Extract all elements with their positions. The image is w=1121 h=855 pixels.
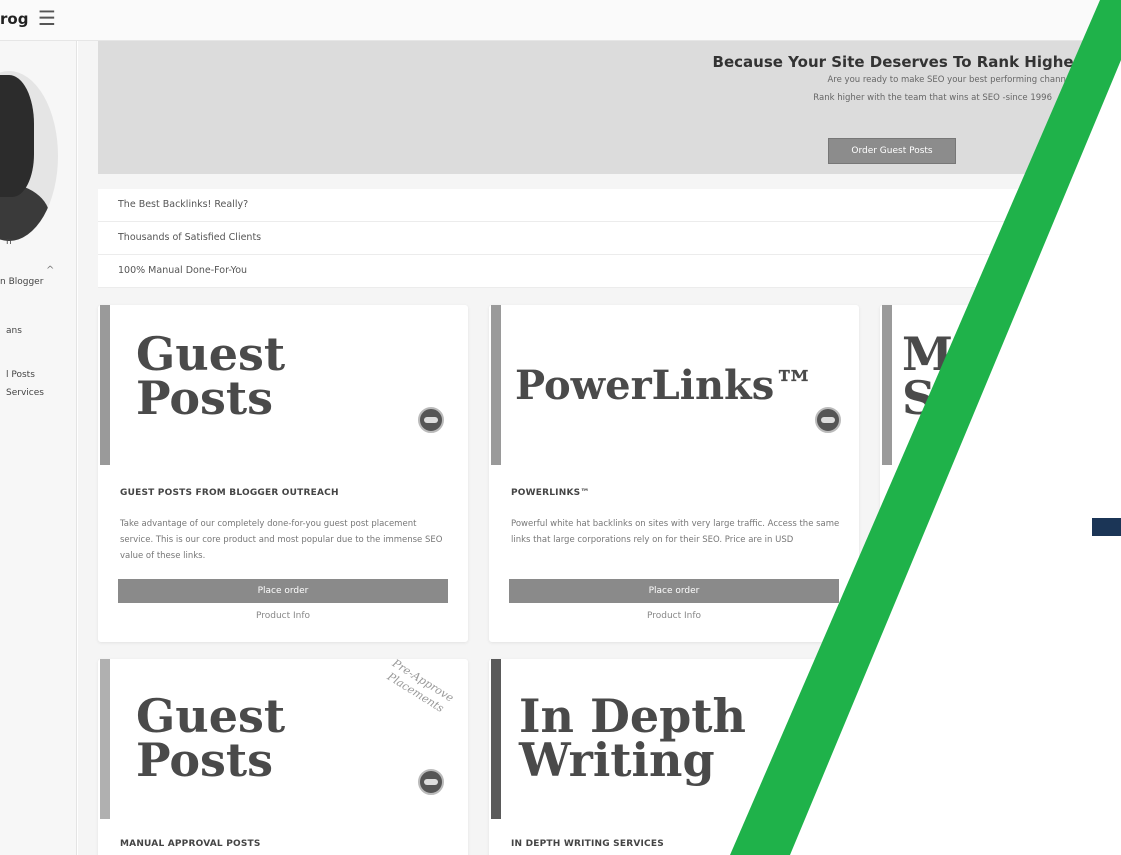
pre-approve-stamp: Pre-Approve Placements [384, 656, 456, 716]
card-title-art: PowerLinks™ [515, 362, 815, 409]
card-heading: POWERLINKS™ [511, 488, 590, 498]
avatar-figure [0, 75, 34, 197]
sidebar-item-name[interactable]: n [6, 237, 12, 247]
card-description: Take advantage of our completely done-fo… [120, 519, 443, 561]
card-title-art: M S [902, 331, 953, 425]
product-info-link[interactable]: Product Info [118, 611, 448, 621]
hamburger-menu-icon[interactable]: ☰ [38, 8, 56, 28]
mascot-icon [815, 407, 841, 433]
sidebar-item-services[interactable]: Services [6, 388, 44, 398]
mascot-icon [418, 769, 444, 795]
screen: rog ☰ n ^ n Blogger ans l Posts Services… [0, 0, 1121, 855]
product-card-in-depth-writing: In Depth Writing IN DEPTH WRITING SERVIC… [489, 659, 859, 855]
product-card-partial: M S [880, 305, 1121, 642]
brand-name[interactable]: rog [0, 10, 28, 28]
place-order-button[interactable]: Place order [509, 579, 839, 603]
mascot-icon [418, 407, 444, 433]
card-description: Powerful white hat backlinks on sites wi… [511, 519, 840, 545]
product-card-guest-posts: Guest Posts GUEST POSTS FROM BLOGGER OUT… [98, 305, 468, 642]
order-guest-posts-button[interactable]: Order Guest Posts [828, 138, 956, 164]
top-bar: rog ☰ [0, 0, 1121, 41]
card-accent-bar [100, 305, 110, 465]
card-accent-bar [491, 659, 501, 819]
card-accent-bar [882, 305, 892, 465]
feature-item[interactable]: The Best Backlinks! Really? [98, 189, 1121, 222]
sidebar-item-blogger[interactable]: n Blogger [0, 277, 43, 287]
product-card-powerlinks: PowerLinks™ POWERLINKS™ Powerful white h… [489, 305, 859, 642]
feature-list: The Best Backlinks! Really? Thousands of… [98, 189, 1121, 288]
hero-subtitle-1: Are you ready to make SEO your best perf… [827, 75, 1078, 85]
avatar [0, 71, 58, 241]
product-info-link[interactable]: Product Info [509, 611, 839, 621]
sidebar: n ^ n Blogger ans l Posts Services [0, 41, 77, 855]
main-content: Because Your Site Deserves To Rank Highe… [78, 41, 1121, 855]
hero-banner: Because Your Site Deserves To Rank Highe… [98, 41, 1121, 174]
card-title-line2: S [902, 370, 936, 425]
hero-subtitle-2: Rank higher with the team that wins at S… [813, 93, 1052, 103]
card-heading: GUEST POSTS FROM BLOGGER OUTREACH [120, 488, 339, 498]
card-title-art: Guest Posts [136, 693, 285, 787]
sidebar-item-guest-posts[interactable]: l Posts [6, 370, 35, 380]
feature-item[interactable]: 100% Manual Done-For-You [98, 255, 1121, 288]
card-title-art: In Depth Writing [519, 693, 746, 787]
product-card-manual-approval: Guest Posts Pre-Approve Placements MANUA… [98, 657, 468, 855]
feature-item[interactable]: Thousands of Satisfied Clients [98, 222, 1121, 255]
chevron-up-icon[interactable]: ^ [46, 265, 54, 276]
card-heading: IN DEPTH WRITING SERVICES [511, 839, 664, 849]
card-title-line2: Writing [519, 732, 715, 787]
card-heading: MANUAL APPROVAL POSTS [120, 839, 261, 849]
sidebar-item-plans[interactable]: ans [6, 326, 22, 336]
hero-title: Because Your Site Deserves To Rank Highe… [712, 53, 1096, 71]
card-title-line2: Posts [136, 732, 274, 787]
card-accent-bar [491, 305, 501, 465]
card-title-art: Guest Posts [136, 331, 285, 425]
card-title-line2: Posts [136, 370, 274, 425]
card-accent-bar [100, 659, 110, 819]
place-order-button[interactable]: Place order [118, 579, 448, 603]
